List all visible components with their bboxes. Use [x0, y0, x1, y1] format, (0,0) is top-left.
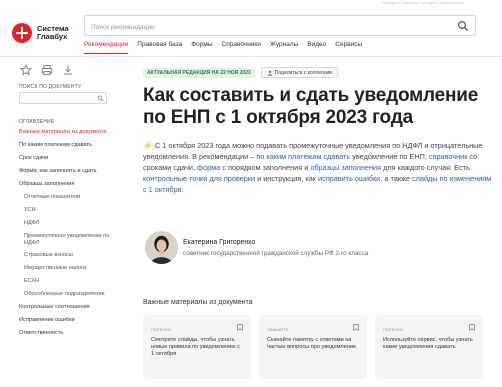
share-button-label: Поделиться с коллегами [274, 69, 332, 76]
search-input[interactable] [85, 18, 445, 37]
card-tag: СКАЧАЙТЕ [267, 328, 289, 332]
download-icon[interactable] [62, 64, 74, 76]
lead-link[interactable]: форма [197, 163, 220, 172]
toc-item[interactable]: Отчетные показатели [19, 194, 123, 201]
card-tag: ПОЛЕЗНО [383, 328, 403, 332]
main-nav: Рекомендации Правовая база Формы Справоч… [84, 40, 362, 54]
material-card[interactable]: ПОЛЕЗНО Используйте сервис, чтобы узнать… [375, 315, 483, 379]
toc-item[interactable]: Обособленные подразделения [19, 291, 123, 298]
toc-item[interactable]: Контрольные соотношения [19, 304, 123, 311]
lead-text: , а также [380, 174, 412, 183]
toc-item[interactable]: Промежуточное уведомление по НДФЛ [19, 233, 123, 246]
edition-badge: АКТУАЛЬНАЯ РЕДАКЦИЯ НА 22 НОЯ 2023 [143, 67, 255, 78]
share-button[interactable]: Поделиться с коллегами [260, 67, 338, 78]
author-role: советник государственной гражданской слу… [183, 250, 369, 257]
author-photo [145, 231, 178, 264]
important-materials-title: Важные материалы из документа [143, 299, 253, 306]
avatar [145, 231, 178, 264]
lead-link[interactable]: исправить ошибки [318, 174, 380, 183]
tab-services[interactable]: Сервисы [335, 40, 362, 54]
card-text: Используйте сервис, чтобы узнать какие у… [383, 337, 473, 350]
card-text: Скачайте памятку с ответами на частые во… [267, 337, 357, 350]
search-box [84, 15, 476, 37]
lead-text: . [181, 185, 184, 194]
toc-item[interactable]: НДФЛ [19, 220, 123, 227]
material-card[interactable]: ПОЛЕЗНО Смотрите слайды, чтобы узнать но… [143, 315, 251, 379]
toc-item[interactable]: ЕСХН [19, 278, 123, 285]
lead-text: уведомление по ЕНП, [350, 152, 429, 161]
toc-item[interactable]: Исправление ошибки [19, 317, 123, 324]
article-badges: АКТУАЛЬНАЯ РЕДАКЦИЯ НА 22 НОЯ 2023 Подел… [143, 67, 338, 78]
article: АКТУАЛЬНАЯ РЕДАКЦИЯ НА 22 НОЯ 2023 Подел… [143, 57, 498, 387]
toc-item[interactable]: Имущественные налоги [19, 265, 123, 272]
toc-item[interactable]: УСН [19, 207, 123, 214]
card-text: Смотрите слайды, чтобы узнать новые прав… [151, 337, 240, 357]
tab-reference[interactable]: Справочники [222, 40, 261, 54]
logo-line-2: Главбух [37, 32, 68, 41]
author-name[interactable]: Екатерина Григоренко [183, 239, 255, 246]
lead-text: и инструкция, как [255, 174, 319, 183]
print-icon[interactable] [41, 64, 53, 76]
tab-forms[interactable]: Формы [191, 40, 212, 54]
logo-text: Система Главбух [37, 25, 69, 41]
card-tag: ПОЛЕЗНО [151, 328, 171, 332]
lead-link[interactable]: образцы заполнения [310, 163, 381, 172]
sidebar: ПОИСК ПО ДОКУМЕНТУ ОГЛАВЛЕНИЕ Важные мат… [0, 57, 124, 387]
document-tools [20, 64, 74, 76]
page-title: Как составить и сдать уведомление по ЕНП… [143, 85, 479, 128]
lead-link[interactable]: справочник [429, 152, 468, 161]
toc-item[interactable]: Важные материалы из документа [19, 129, 123, 136]
material-card[interactable]: СКАЧАЙТЕ Скачайте памятку с ответами на … [259, 315, 367, 379]
tab-legal-base[interactable]: Правовая база [137, 40, 182, 54]
star-icon[interactable] [20, 64, 32, 76]
tab-video[interactable]: Видео [307, 40, 326, 54]
logo-icon [12, 23, 32, 43]
header: Система Главбух Рекомендации Правовая ба… [0, 6, 502, 56]
document-search: ПОИСК ПО ДОКУМЕНТУ [19, 84, 107, 104]
toc-item[interactable]: Форма, как заполнять и сдать [19, 168, 123, 175]
tab-recommendations[interactable]: Рекомендации [84, 40, 129, 54]
share-icon [267, 70, 272, 76]
bookmark-icon[interactable] [353, 324, 359, 331]
lead-link[interactable]: по каким платежам сдавать [256, 152, 350, 161]
search-icon [97, 95, 104, 102]
toc-item[interactable]: Ответственность [19, 330, 123, 337]
lead-link[interactable]: контрольные точки для проверки [143, 174, 255, 183]
important-materials: ПОЛЕЗНО Смотрите слайды, чтобы узнать но… [143, 315, 502, 387]
toc-item[interactable]: По каким платежам сдавать [19, 142, 123, 149]
bolt-icon: ⚡ [143, 141, 153, 150]
toc-title: ОГЛАВЛЕНИЕ [19, 119, 55, 125]
author: Екатерина Григоренко советник государств… [145, 231, 475, 267]
toc-item[interactable]: Страховые взносы [19, 252, 123, 259]
top-strip-text: Сегодня в Главбухе: как сдать уведомлени… [381, 0, 464, 5]
document-search-label: ПОИСК ПО ДОКУМЕНТУ [19, 84, 82, 90]
table-of-contents: Важные материалы из документа По каким п… [19, 129, 123, 343]
logo[interactable]: Система Главбух [12, 20, 82, 46]
bookmark-icon[interactable] [469, 324, 475, 331]
search-icon[interactable] [457, 20, 469, 32]
tab-journals[interactable]: Журналы [270, 40, 298, 54]
document-search-input[interactable] [19, 92, 107, 104]
toc-item[interactable]: Образцы заполнения [19, 181, 123, 188]
bookmark-icon[interactable] [237, 324, 243, 331]
lead-text: для каждого случая. Есть [381, 163, 470, 172]
toc-item[interactable]: Срок сдачи [19, 155, 123, 162]
lead-text: с порядком заполнения и [220, 163, 311, 172]
article-lead: ⚡ С 1 октября 2023 года можно подавать п… [143, 140, 493, 195]
